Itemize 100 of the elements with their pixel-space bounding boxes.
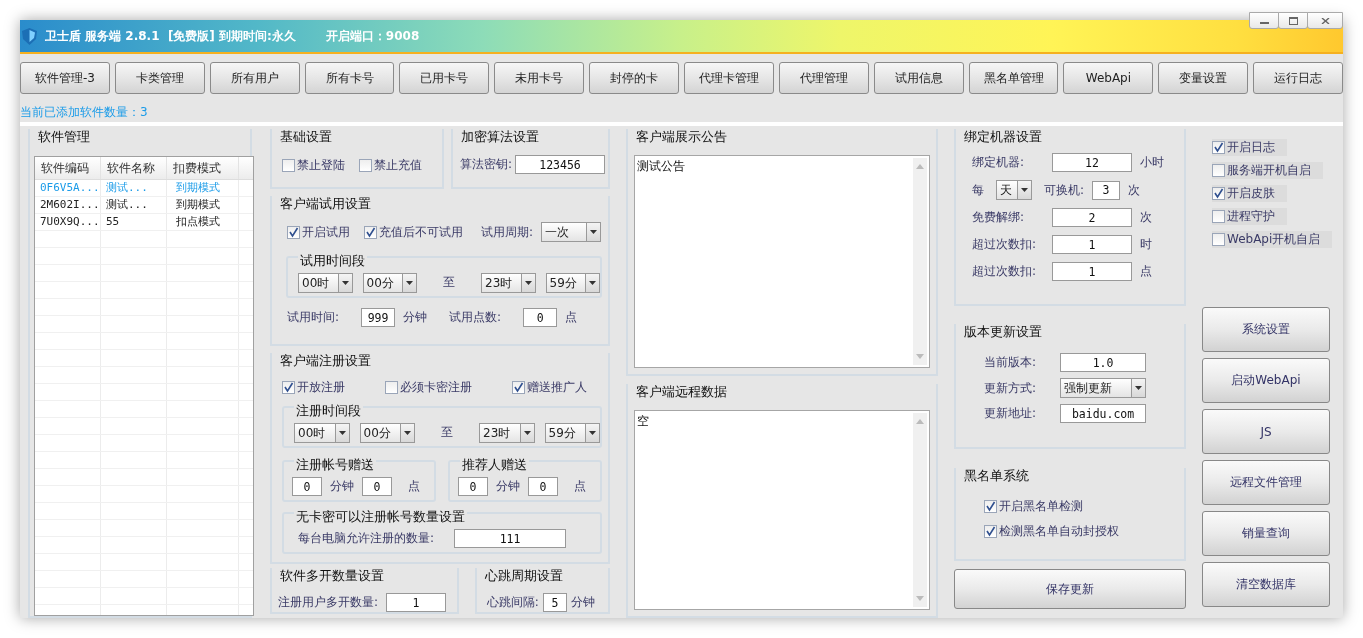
checkbox[interactable]: 必须卡密注册 bbox=[385, 379, 472, 396]
field-label: 点 bbox=[408, 478, 420, 495]
dropdown[interactable]: 00分 bbox=[362, 272, 417, 293]
toolbar-button[interactable]: 黑名单管理 bbox=[968, 62, 1059, 94]
checkbox[interactable]: 禁止登陆 bbox=[282, 157, 345, 174]
table-cell: 7U0X9Q... bbox=[35, 214, 101, 230]
checkbox[interactable]: 开启试用 bbox=[287, 223, 350, 241]
dropdown[interactable]: 天 bbox=[996, 180, 1032, 200]
checkbox[interactable]: 开放注册 bbox=[282, 379, 345, 396]
checkbox[interactable]: 开启日志 bbox=[1212, 139, 1287, 156]
checkbox[interactable]: 充值后不可试用 bbox=[364, 223, 463, 241]
action-button[interactable]: 清空数据库 bbox=[1202, 562, 1330, 607]
action-button[interactable]: 启动WebApi bbox=[1202, 358, 1330, 403]
caret-icon[interactable] bbox=[1021, 188, 1028, 192]
scrollbar[interactable] bbox=[913, 158, 927, 365]
text-field[interactable]: 0 bbox=[523, 308, 558, 327]
field-label: 每台电脑允许注册的数量: bbox=[298, 530, 435, 547]
text-area[interactable]: 空 bbox=[634, 410, 930, 610]
text-field[interactable]: 1.0 bbox=[1060, 353, 1147, 372]
action-button[interactable]: JS bbox=[1202, 409, 1330, 454]
group-title: 黑名单系统 bbox=[963, 468, 1030, 484]
dropdown[interactable]: 强制更新 bbox=[1060, 378, 1147, 398]
checkbox[interactable]: 开启皮肤 bbox=[1212, 185, 1287, 202]
checkbox[interactable]: 赠送推广人 bbox=[512, 379, 587, 396]
dropdown[interactable]: 00分 bbox=[359, 422, 415, 443]
checkbox[interactable]: 进程守护 bbox=[1212, 208, 1287, 225]
maximize-icon[interactable] bbox=[1278, 12, 1308, 29]
text-field[interactable]: 1 bbox=[1052, 262, 1132, 281]
text-field[interactable]: 0 bbox=[292, 477, 322, 496]
text-field[interactable]: 0 bbox=[528, 477, 558, 496]
caret-icon[interactable] bbox=[590, 230, 598, 234]
text-field[interactable]: 111 bbox=[454, 529, 567, 548]
toolbar-button[interactable]: 试用信息 bbox=[873, 62, 964, 94]
field-label: 次 bbox=[1128, 181, 1141, 199]
caret-icon[interactable] bbox=[338, 430, 346, 435]
text-field[interactable]: 1 bbox=[1052, 235, 1132, 254]
caret-icon[interactable] bbox=[523, 430, 531, 435]
column-header[interactable]: 软件编码 bbox=[35, 157, 101, 179]
toolbar-button[interactable]: 封停的卡 bbox=[589, 62, 679, 94]
checkbox[interactable]: 服务端开机自启 bbox=[1212, 162, 1323, 179]
action-button[interactable]: 销量查询 bbox=[1202, 511, 1330, 556]
caret-icon[interactable] bbox=[589, 430, 596, 435]
field-label: 免费解绑: bbox=[972, 209, 1026, 226]
list-row[interactable]: 2M602I... 测试... 到期模式 bbox=[35, 197, 253, 214]
text-field[interactable]: 2 bbox=[1052, 208, 1132, 227]
column-header[interactable]: 软件名称 bbox=[101, 157, 167, 179]
caret-icon[interactable] bbox=[1135, 386, 1143, 390]
dropdown[interactable]: 23时 bbox=[479, 422, 535, 443]
scrollbar[interactable] bbox=[913, 413, 927, 607]
toolbar-button[interactable]: 所有卡号 bbox=[304, 62, 395, 94]
group-title: 客户端注册设置 bbox=[279, 353, 372, 369]
toolbar-button[interactable]: 代理卡管理 bbox=[684, 62, 774, 94]
group-title: 客户端试用设置 bbox=[279, 196, 372, 212]
table-cell: 到期模式 bbox=[167, 197, 239, 213]
toolbar-button[interactable]: 软件管理-3 bbox=[20, 62, 110, 94]
action-button[interactable]: 远程文件管理 bbox=[1202, 460, 1330, 505]
checkbox[interactable]: 禁止充值 bbox=[359, 157, 422, 174]
text-field[interactable]: 5 bbox=[542, 593, 567, 612]
toolbar-button[interactable]: 变量设置 bbox=[1158, 62, 1249, 94]
text-field[interactable]: 12 bbox=[1052, 153, 1132, 172]
toolbar-button[interactable]: 代理管理 bbox=[778, 62, 869, 94]
caret-icon[interactable] bbox=[524, 280, 532, 285]
dropdown[interactable]: 一次 bbox=[541, 222, 602, 242]
dropdown[interactable]: 23时 bbox=[481, 272, 536, 293]
text-field[interactable]: 3 bbox=[1092, 180, 1121, 200]
toolbar-button[interactable]: 已用卡号 bbox=[399, 62, 490, 94]
text-field[interactable]: 1 bbox=[386, 593, 447, 612]
toolbar-button[interactable]: 卡类管理 bbox=[114, 62, 205, 94]
table-cell: 0F6V5A... bbox=[35, 180, 101, 196]
toolbar-button[interactable]: 所有用户 bbox=[209, 62, 300, 94]
text-field[interactable]: 0 bbox=[458, 477, 488, 496]
text-field[interactable]: 123456 bbox=[515, 155, 605, 174]
text-area[interactable]: 测试公告 bbox=[634, 155, 930, 368]
toolbar-button[interactable]: 运行日志 bbox=[1253, 62, 1344, 94]
table-cell: 2M602I... bbox=[35, 197, 101, 213]
dropdown[interactable]: 59分 bbox=[544, 422, 600, 443]
text-field[interactable]: 999 bbox=[361, 308, 396, 327]
list-row[interactable]: 7U0X9Q... 55 扣点模式 bbox=[35, 214, 253, 231]
caret-icon[interactable] bbox=[341, 280, 349, 285]
save-button[interactable]: 保存更新 bbox=[954, 569, 1186, 609]
checkbox[interactable]: 检测黑名单自动封授权 bbox=[984, 523, 1119, 540]
text-field[interactable]: 0 bbox=[362, 477, 392, 496]
minimize-icon[interactable] bbox=[1249, 12, 1279, 29]
checkbox[interactable]: 开启黑名单检测 bbox=[984, 498, 1083, 515]
dropdown[interactable]: 00时 bbox=[294, 422, 350, 443]
checkbox[interactable]: WebApi开机自启 bbox=[1212, 231, 1333, 248]
field-label: 更新地址: bbox=[984, 405, 1037, 422]
dropdown[interactable]: 59分 bbox=[545, 272, 600, 293]
text-field[interactable]: baidu.com bbox=[1060, 404, 1147, 423]
toolbar-button[interactable]: WebApi bbox=[1063, 62, 1154, 94]
action-button[interactable]: 系统设置 bbox=[1202, 307, 1330, 352]
caret-icon[interactable] bbox=[406, 280, 413, 285]
table-cell: 测试... bbox=[101, 180, 167, 196]
caret-icon[interactable] bbox=[589, 280, 596, 285]
field-label: 点 bbox=[565, 309, 578, 326]
close-icon[interactable] bbox=[1307, 12, 1343, 29]
dropdown[interactable]: 00时 bbox=[298, 272, 353, 293]
caret-icon[interactable] bbox=[404, 430, 411, 435]
toolbar-button[interactable]: 未用卡号 bbox=[494, 62, 585, 94]
column-header[interactable]: 扣费模式 bbox=[167, 157, 239, 179]
